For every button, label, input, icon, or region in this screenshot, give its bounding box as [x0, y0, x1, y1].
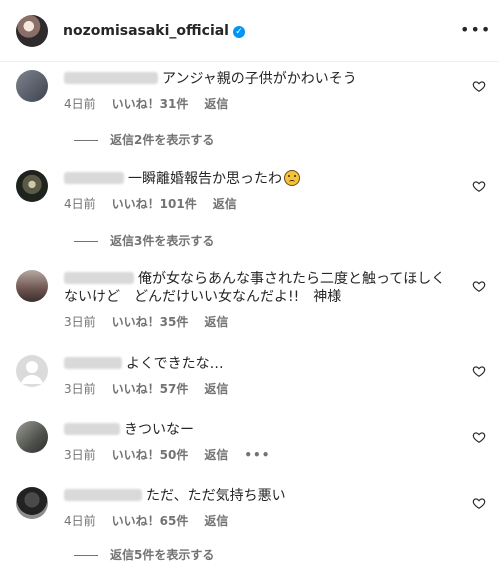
- view-replies-label[interactable]: 返信5件を表示する: [110, 548, 214, 562]
- commenter-avatar[interactable]: [16, 487, 48, 519]
- comment-text: アンジャ親の子供がかわいそう: [162, 71, 357, 87]
- reply-button[interactable]: 返信: [204, 97, 228, 111]
- verified-badge-icon: ✓: [232, 26, 245, 38]
- comment-time[interactable]: 3日前: [64, 448, 96, 462]
- profile-avatar[interactable]: [16, 15, 48, 47]
- comment-text-row: きついなー: [64, 421, 464, 439]
- comment-text: 一瞬離婚報告か思ったわ: [128, 171, 282, 187]
- comment-time[interactable]: 3日前: [64, 382, 96, 396]
- profile-username[interactable]: nozomisasaki_official ✓: [63, 23, 245, 39]
- replies-divider-line: [74, 140, 98, 141]
- comment-text: よくできたな…: [126, 356, 224, 372]
- commenter-username[interactable]: [64, 72, 158, 84]
- comment-time[interactable]: 3日前: [64, 315, 96, 329]
- view-replies-label[interactable]: 返信3件を表示する: [110, 234, 214, 248]
- comment-likes[interactable]: いいね！65件: [112, 514, 189, 528]
- view-replies-button[interactable]: 返信2件を表示する: [74, 131, 214, 148]
- username-text[interactable]: nozomisasaki_official: [63, 23, 229, 39]
- commenter-avatar[interactable]: [16, 170, 48, 202]
- comment-likes[interactable]: いいね！101件: [112, 197, 197, 211]
- reply-button[interactable]: 返信: [204, 448, 228, 462]
- comment-meta: 4日前 いいね！65件 返信: [64, 514, 464, 529]
- comment-meta: 4日前 いいね！101件 返信: [64, 197, 464, 212]
- view-replies-button[interactable]: 返信5件を表示する: [74, 546, 214, 563]
- comment-likes[interactable]: いいね！35件: [112, 315, 189, 329]
- commenter-avatar[interactable]: [16, 270, 48, 302]
- comment-options-button[interactable]: •••: [244, 448, 270, 462]
- more-options-button[interactable]: •••: [460, 19, 490, 41]
- comment-text-row: 一瞬離婚報告か思ったわ: [64, 170, 464, 188]
- view-replies-label[interactable]: 返信2件を表示する: [110, 133, 214, 147]
- replies-divider-line: [74, 241, 98, 242]
- comment-time[interactable]: 4日前: [64, 97, 96, 111]
- comment-likes[interactable]: いいね！57件: [112, 382, 189, 396]
- heart-outline-icon[interactable]: [472, 79, 486, 93]
- comment-time[interactable]: 4日前: [64, 514, 96, 528]
- commenter-username[interactable]: [64, 423, 120, 435]
- reply-button[interactable]: 返信: [204, 382, 228, 396]
- commenter-username[interactable]: [64, 357, 122, 369]
- commenter-avatar[interactable]: [16, 70, 48, 102]
- commenter-username[interactable]: [64, 172, 124, 184]
- comment-text-row: アンジャ親の子供がかわいそう: [64, 70, 464, 88]
- heart-outline-icon[interactable]: [472, 279, 486, 293]
- comment-likes[interactable]: いいね！31件: [112, 97, 189, 111]
- reply-button[interactable]: 返信: [213, 197, 237, 211]
- heart-outline-icon[interactable]: [472, 430, 486, 444]
- default-avatar-icon[interactable]: [16, 355, 48, 387]
- commenter-username[interactable]: [64, 272, 134, 284]
- comment-text: ただ、ただ気持ち悪い: [146, 488, 286, 504]
- comment-meta: 3日前 いいね！57件 返信: [64, 382, 464, 397]
- comment-meta: 4日前 いいね！31件 返信: [64, 97, 464, 112]
- comment-likes[interactable]: いいね！50件: [112, 448, 189, 462]
- sad-face-emoji-icon: [284, 170, 300, 186]
- heart-outline-icon[interactable]: [472, 364, 486, 378]
- post-header: nozomisasaki_official ✓ •••: [0, 0, 499, 62]
- reply-button[interactable]: 返信: [204, 315, 228, 329]
- commenter-username[interactable]: [64, 489, 142, 501]
- reply-button[interactable]: 返信: [204, 514, 228, 528]
- replies-divider-line: [74, 555, 98, 556]
- comment-text-row: 俺が女ならあんな事されたら二度と触ってほしくないけど どんだけいい女なんだよ!!…: [64, 270, 456, 306]
- comment-meta: 3日前 いいね！50件 返信 •••: [64, 448, 464, 463]
- commenter-avatar[interactable]: [16, 421, 48, 453]
- comment-time[interactable]: 4日前: [64, 197, 96, 211]
- comment-text: きついなー: [124, 422, 194, 438]
- comment-meta: 3日前 いいね！35件 返信: [64, 315, 456, 330]
- comment-text-row: ただ、ただ気持ち悪い: [64, 487, 464, 505]
- comment-text-row: よくできたな…: [64, 355, 464, 373]
- view-replies-button[interactable]: 返信3件を表示する: [74, 232, 214, 249]
- heart-outline-icon[interactable]: [472, 179, 486, 193]
- heart-outline-icon[interactable]: [472, 496, 486, 510]
